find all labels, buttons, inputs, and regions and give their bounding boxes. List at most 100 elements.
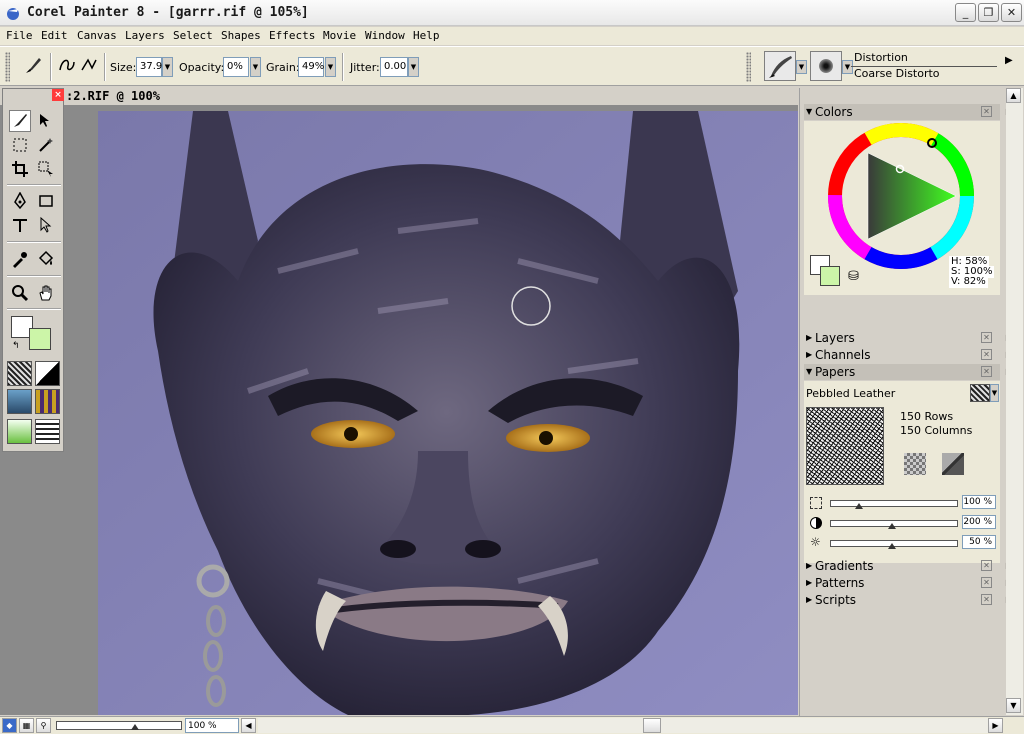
paint-bucket-tool[interactable] [35, 248, 57, 270]
brush-selector-grip[interactable] [746, 52, 751, 82]
brush-variant-name[interactable]: Coarse Distorto [851, 67, 997, 83]
colors-panel-header[interactable]: ▼ Colors ✕ ▶ [804, 104, 1012, 120]
text-tool[interactable] [9, 214, 31, 236]
vertical-scrollbar[interactable]: ▲ ▼ [1006, 88, 1023, 715]
magic-wand-tool[interactable] [35, 134, 57, 156]
weaving-selector[interactable] [35, 389, 60, 414]
paper-selector[interactable] [7, 361, 32, 386]
channels-panel-header[interactable]: ▶ Channels ✕ ▶ [804, 347, 1012, 363]
magnifier-tool[interactable] [9, 282, 31, 304]
document-canvas[interactable] [0, 105, 798, 715]
additional-color-swatch[interactable] [820, 266, 840, 286]
menu-edit[interactable]: Edit [41, 29, 68, 42]
patterns-panel-header[interactable]: ▶ Patterns ✕ ▶ [804, 575, 1012, 591]
papers-panel-header[interactable]: ▼ Papers ✕ ▶ [804, 364, 1012, 380]
grid-overlay-icon[interactable]: ▦ [19, 718, 34, 733]
close-window-button[interactable]: ✕ [1001, 3, 1022, 22]
opacity-field[interactable]: 0% [223, 57, 249, 77]
brush-variant-button[interactable] [810, 51, 842, 81]
zoom-slider[interactable] [56, 721, 182, 730]
paper-contrast-slider[interactable]: 200 % [810, 515, 1000, 531]
menu-select[interactable]: Select [173, 29, 213, 42]
scroll-up-button[interactable]: ▲ [1006, 88, 1021, 103]
paper-contrast-value[interactable]: 200 % [962, 515, 996, 529]
menu-layers[interactable]: Layers [125, 29, 165, 42]
demon-painting[interactable] [98, 111, 798, 715]
rectangular-selection-tool[interactable] [9, 134, 31, 156]
gradient-selector[interactable] [35, 361, 60, 386]
brush-category-dropdown[interactable]: ▼ [796, 60, 807, 74]
minimize-button[interactable]: _ [955, 3, 976, 22]
dropper-tool[interactable] [9, 248, 31, 270]
paper-scale-slider[interactable]: 100 % [810, 495, 1000, 511]
zoom-icon[interactable]: ⚲ [36, 718, 51, 733]
slider-thumb[interactable] [888, 523, 896, 529]
paper-library-dropdown[interactable]: ▼ [990, 384, 999, 402]
grabber-tool[interactable] [35, 282, 57, 304]
panel-close-icon[interactable]: ✕ [981, 577, 992, 588]
jitter-dropdown[interactable]: ▼ [408, 57, 419, 77]
scroll-down-button[interactable]: ▼ [1006, 698, 1021, 713]
brush-selector-arrow-icon[interactable]: ▶ [1005, 55, 1013, 66]
panel-close-icon[interactable]: ✕ [981, 349, 992, 360]
menu-shapes[interactable]: Shapes [221, 29, 261, 42]
menu-file[interactable]: File [6, 29, 33, 42]
paper-scale-value[interactable]: 100 % [962, 495, 996, 509]
toolbox-close-button[interactable]: × [52, 89, 64, 101]
look-selector[interactable] [35, 419, 60, 444]
clone-color-stamp-icon[interactable]: ⛁ [848, 269, 859, 284]
scroll-right-button[interactable]: ▶ [988, 718, 1003, 733]
opacity-dropdown[interactable]: ▼ [250, 57, 261, 77]
rectangle-shape-tool[interactable] [35, 190, 57, 212]
zoom-slider-thumb[interactable] [131, 724, 139, 730]
slider-track[interactable] [830, 500, 958, 507]
panel-close-icon[interactable]: ✕ [981, 332, 992, 343]
toolbar-grip[interactable] [5, 52, 10, 82]
straight-line-stroke-icon[interactable] [78, 54, 100, 76]
pen-tool[interactable] [9, 190, 31, 212]
menu-window[interactable]: Window [365, 29, 405, 42]
brush-category-button[interactable] [764, 51, 796, 81]
scroll-left-button[interactable]: ◀ [241, 718, 256, 733]
restore-button[interactable]: ❐ [978, 3, 999, 22]
panel-close-icon[interactable]: ✕ [981, 366, 992, 377]
drawing-mode-icon[interactable]: ◆ [2, 718, 17, 733]
horizontal-scroll-track[interactable] [258, 718, 988, 733]
slider-thumb[interactable] [888, 543, 896, 549]
grain-field[interactable]: 49% [298, 57, 324, 77]
menu-effects[interactable]: Effects [269, 29, 315, 42]
pattern-selector[interactable] [7, 389, 32, 414]
brush-tool[interactable] [9, 110, 31, 132]
menu-help[interactable]: Help [413, 29, 440, 42]
crop-tool[interactable] [9, 158, 31, 180]
layer-adjuster-tool[interactable] [35, 110, 57, 132]
paper-brightness-value[interactable]: 50 % [962, 535, 996, 549]
brush-category-name[interactable]: Distortion [851, 51, 997, 67]
selection-adjuster-tool[interactable] [35, 158, 57, 180]
horizontal-scroll-thumb[interactable] [643, 718, 661, 733]
panel-close-icon[interactable]: ✕ [981, 594, 992, 605]
gradients-panel-header[interactable]: ▶ Gradients ✕ ▶ [804, 558, 1012, 574]
brush-tool-icon[interactable] [22, 54, 44, 76]
secondary-color-swatch[interactable] [29, 328, 51, 350]
freehand-stroke-icon[interactable] [56, 54, 78, 76]
make-paper-button[interactable] [942, 453, 964, 475]
panel-close-icon[interactable]: ✕ [981, 560, 992, 571]
scripts-panel-header[interactable]: ▶ Scripts ✕ ▶ [804, 592, 1012, 608]
slider-thumb[interactable] [855, 503, 863, 509]
menu-canvas[interactable]: Canvas [77, 29, 117, 42]
color-wheel[interactable] [828, 123, 974, 269]
invert-paper-button[interactable] [904, 453, 926, 475]
menu-movie[interactable]: Movie [323, 29, 356, 42]
panel-close-icon[interactable]: ✕ [981, 106, 992, 117]
layers-panel-header[interactable]: ▶ Layers ✕ ▶ [804, 330, 1012, 346]
swap-colors-icon[interactable]: ↰ [12, 341, 20, 351]
shape-selection-tool[interactable] [35, 214, 57, 236]
size-field[interactable]: 37.9 [136, 57, 162, 77]
jitter-field[interactable]: 0.00 [380, 57, 408, 77]
paper-brightness-slider[interactable]: ☼ 50 % [810, 535, 1000, 551]
paper-library-button[interactable] [970, 384, 990, 402]
size-dropdown[interactable]: ▼ [162, 57, 173, 77]
grain-dropdown[interactable]: ▼ [325, 57, 336, 77]
nozzle-selector[interactable] [7, 419, 32, 444]
